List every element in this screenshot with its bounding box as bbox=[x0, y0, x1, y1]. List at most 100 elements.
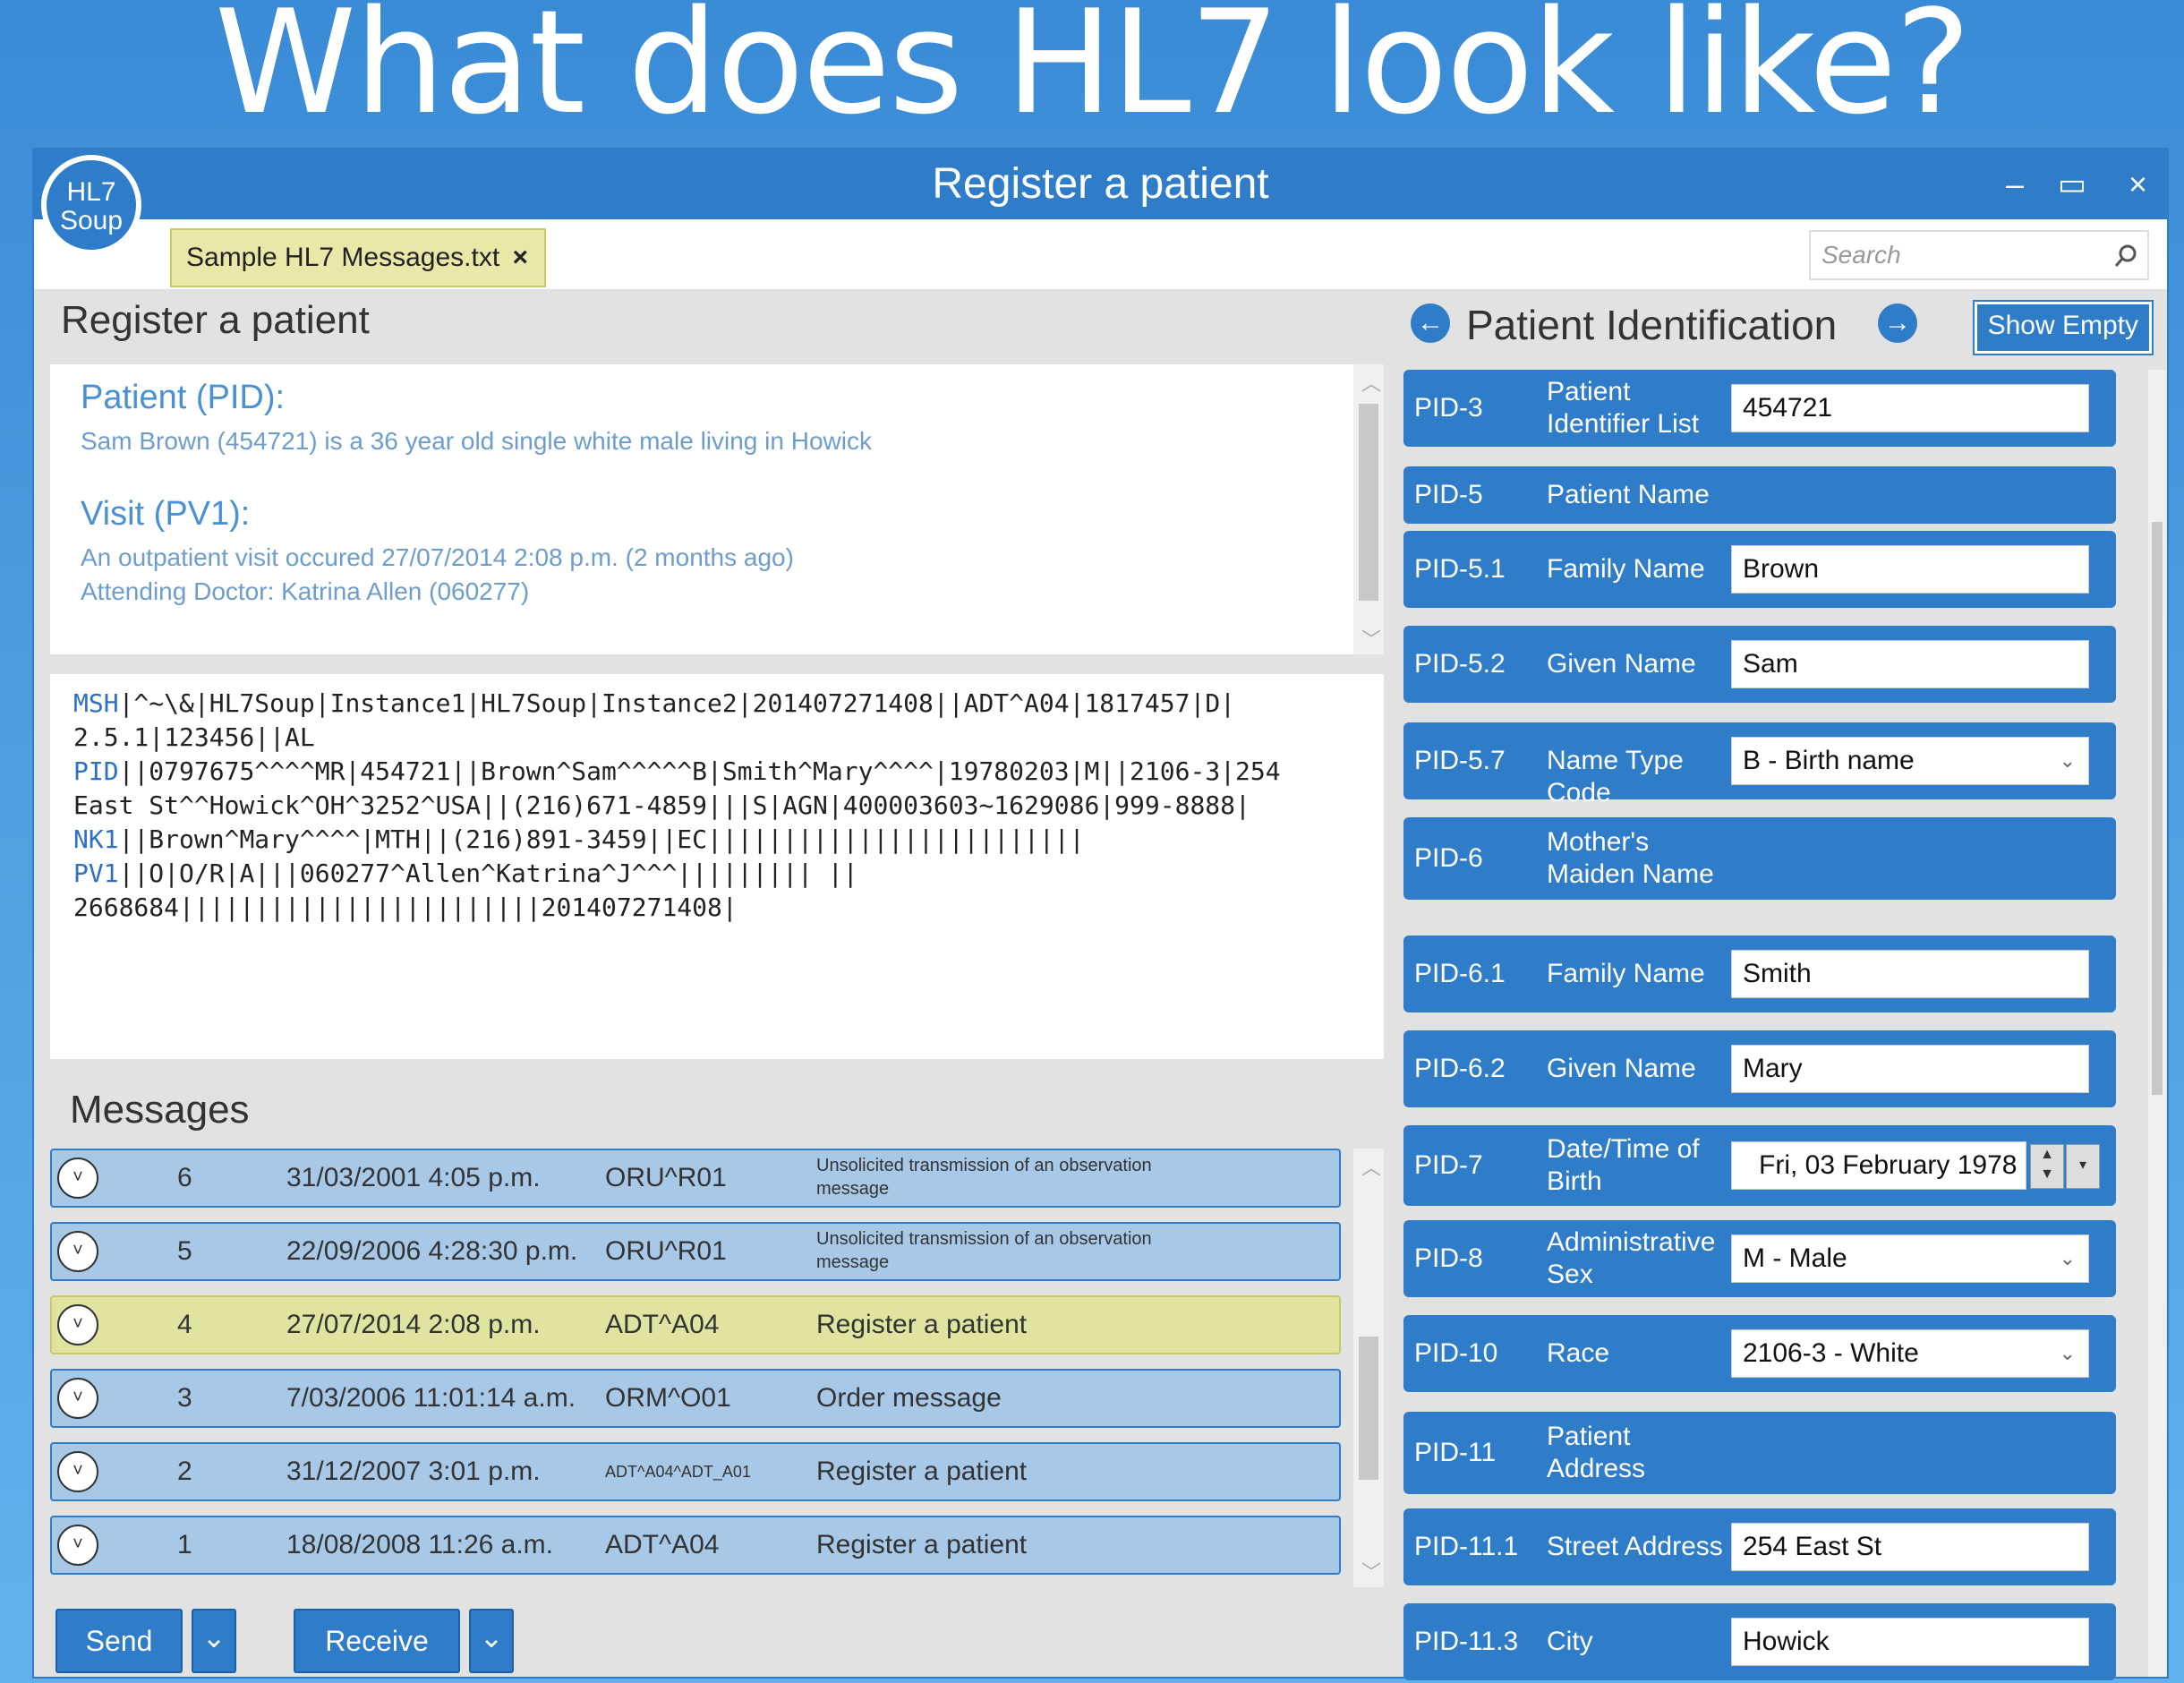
field-row: PID-6.1 Family Name Smith bbox=[1403, 935, 2116, 1012]
send-button[interactable]: Send bbox=[55, 1609, 183, 1673]
date-spinner[interactable]: ▲ ▼ bbox=[2030, 1144, 2064, 1189]
field-row: PID-5.7 Name Type Code B - Birth name ⌄ bbox=[1403, 722, 2116, 807]
message-row[interactable]: ˅ 5 22/09/2006 4:28:30 p.m. ORU^R01 Unsolici… bbox=[50, 1222, 1341, 1281]
dropdown-chevron-icon[interactable]: ⌄ bbox=[2060, 1235, 2076, 1282]
segment-id: PV1 bbox=[73, 859, 119, 888]
search-icon[interactable] bbox=[2113, 232, 2138, 278]
expand-icon[interactable]: ˅ bbox=[57, 1304, 98, 1346]
messages-scrollbar[interactable]: ︿ ﹀ bbox=[1353, 1149, 1384, 1587]
tab-close-icon[interactable]: × bbox=[512, 230, 528, 286]
scroll-down-icon[interactable]: ﹀ bbox=[1361, 1557, 1381, 1585]
message-row[interactable]: ˅ 1 18/08/2008 11:26 a.m. ADT^A04 Register a… bbox=[50, 1516, 1341, 1575]
message-date: 27/07/2014 2:08 p.m. bbox=[286, 1310, 541, 1339]
field-value-input[interactable]: Mary bbox=[1731, 1045, 2089, 1093]
field-row: PID-5 Patient Name bbox=[1403, 466, 2116, 524]
field-id: PID-5.7 bbox=[1414, 746, 1506, 775]
previous-segment-icon[interactable]: ← bbox=[1411, 303, 1450, 343]
fields-scrollbar[interactable] bbox=[2148, 370, 2166, 1677]
expand-icon[interactable]: ˅ bbox=[57, 1158, 98, 1199]
field-value-input[interactable]: Sam bbox=[1731, 640, 2089, 688]
field-value-input[interactable]: 2106-3 - White ⌄ bbox=[1731, 1329, 2089, 1378]
message-number: 2 bbox=[177, 1457, 192, 1486]
message-description: Register a patient bbox=[816, 1310, 1028, 1339]
field-name: Given Name bbox=[1547, 649, 1696, 679]
calendar-dropdown-icon[interactable]: ▾ bbox=[2066, 1144, 2100, 1189]
summary-scrollbar[interactable]: ︿ ﹀ bbox=[1353, 364, 1384, 654]
next-segment-icon[interactable]: → bbox=[1878, 303, 1917, 343]
field-id: PID-10 bbox=[1414, 1338, 1498, 1368]
segment-id: NK1 bbox=[73, 824, 119, 854]
field-id: PID-6.2 bbox=[1414, 1054, 1506, 1083]
message-type: ORU^R01 bbox=[605, 1236, 727, 1266]
field-row: PID-5.1 Family Name Brown bbox=[1403, 531, 2116, 608]
messages-scroll-thumb[interactable] bbox=[1359, 1337, 1378, 1480]
segment-fields-text: ||0797675^^^^MR|454721||Brown^Sam^^^^^B|… bbox=[118, 756, 1281, 786]
receive-dropdown-button[interactable]: ⌄ bbox=[469, 1609, 514, 1673]
field-value-input[interactable]: Fri, 03 February 1978 bbox=[1731, 1141, 2026, 1190]
dropdown-chevron-icon[interactable]: ⌄ bbox=[2060, 738, 2076, 784]
raw-message-line: 2668684||||||||||||||||||||||||201407271… bbox=[73, 891, 738, 925]
field-name: Race bbox=[1547, 1338, 1610, 1368]
field-name: Date/Time of Birth bbox=[1547, 1134, 1700, 1196]
field-value-input[interactable]: Howick bbox=[1731, 1618, 2089, 1666]
field-id: PID-5.2 bbox=[1414, 649, 1506, 679]
field-id: PID-7 bbox=[1414, 1150, 1483, 1180]
field-value-input[interactable]: Smith bbox=[1731, 950, 2089, 998]
search-input[interactable]: Search bbox=[1809, 230, 2149, 280]
scroll-up-icon[interactable]: ︿ bbox=[1361, 368, 1381, 397]
send-dropdown-button[interactable]: ⌄ bbox=[192, 1609, 236, 1673]
tab-strip: Sample HL7 Messages.txt × Search bbox=[34, 219, 2167, 289]
field-row: PID-8 Administrative Sex M - Male ⌄ bbox=[1403, 1220, 2116, 1297]
message-description: Register a patient bbox=[816, 1457, 1028, 1486]
show-empty-button[interactable]: Show Empty bbox=[1972, 300, 2154, 355]
attending-doctor-text: Attending Doctor: Katrina Allen (060277) bbox=[81, 577, 530, 605]
patient-heading: Patient (PID): bbox=[81, 379, 286, 416]
close-button[interactable]: × bbox=[2129, 162, 2147, 207]
fields-scroll-thumb[interactable] bbox=[2152, 522, 2163, 1095]
field-id: PID-5.1 bbox=[1414, 554, 1506, 584]
dropdown-chevron-icon[interactable]: ⌄ bbox=[2060, 1330, 2076, 1377]
expand-icon[interactable]: ˅ bbox=[57, 1451, 98, 1492]
message-row[interactable]: ˅ 6 31/03/2001 4:05 p.m. ORU^R01 Unsolicited… bbox=[50, 1149, 1341, 1208]
receive-button[interactable]: Receive bbox=[294, 1609, 460, 1673]
segment-title: Patient Identification bbox=[1466, 302, 1838, 348]
field-value-input[interactable]: B - Birth name ⌄ bbox=[1731, 737, 2089, 785]
window-title: Register a patient bbox=[932, 160, 1269, 208]
field-value-input[interactable]: Brown bbox=[1731, 545, 2089, 594]
segment-fields: PID-3 Patient Identifier List 454721 PID-5 P… bbox=[1403, 370, 2120, 1680]
message-row[interactable]: ˅ 3 7/03/2006 11:01:14 a.m. ORM^O01 Order me… bbox=[50, 1369, 1341, 1428]
segment-editor-pane: ← Patient Identification → Show Empty PI… bbox=[1395, 289, 2167, 1680]
message-row[interactable]: ˅ 4 27/07/2014 2:08 p.m. ADT^A04 Register a … bbox=[50, 1295, 1341, 1354]
message-number: 3 bbox=[177, 1383, 192, 1413]
maximize-button[interactable]: ▭ bbox=[2058, 162, 2086, 207]
field-id: PID-5 bbox=[1414, 480, 1483, 509]
field-id: PID-8 bbox=[1414, 1243, 1483, 1273]
logo-line-1: HL7 bbox=[66, 177, 116, 207]
field-value: 2106-3 - White bbox=[1743, 1338, 1919, 1368]
expand-icon[interactable]: ˅ bbox=[57, 1525, 98, 1566]
scroll-up-icon[interactable]: ︿ bbox=[1361, 1152, 1381, 1181]
visit-heading: Visit (PV1): bbox=[81, 495, 251, 533]
summary-scroll-thumb[interactable] bbox=[1359, 404, 1378, 601]
field-value-input[interactable]: 454721 bbox=[1731, 384, 2089, 432]
raw-hl7-message[interactable]: MSH|^~\&|HL7Soup|Instance1|HL7Soup|Insta… bbox=[50, 674, 1384, 1059]
field-name: City bbox=[1547, 1627, 1593, 1656]
field-value-input[interactable]: M - Male ⌄ bbox=[1731, 1234, 2089, 1283]
tab-sample-messages[interactable]: Sample HL7 Messages.txt × bbox=[170, 228, 546, 287]
segment-fields-text: ||O|O/R|A|||060277^Allen^Katrina^J^^^|||… bbox=[118, 859, 858, 888]
segment-fields-text: 2.5.1|123456||AL bbox=[73, 722, 315, 752]
expand-icon[interactable]: ˅ bbox=[57, 1378, 98, 1419]
expand-icon[interactable]: ˅ bbox=[57, 1231, 98, 1272]
field-value: Mary bbox=[1743, 1054, 1803, 1083]
message-description: Unsolicited transmission of an observati… bbox=[816, 1156, 1152, 1199]
field-row: PID-5.2 Given Name Sam bbox=[1403, 626, 2116, 703]
patient-summary-text: Sam Brown (454721) is a 36 year old sing… bbox=[81, 427, 872, 455]
field-value-input[interactable]: 254 East St bbox=[1731, 1523, 2089, 1571]
message-summary: Patient (PID): Sam Brown (454721) is a 3… bbox=[50, 364, 1384, 654]
message-description: Order message bbox=[816, 1383, 1002, 1413]
message-type: ORU^R01 bbox=[605, 1163, 727, 1192]
field-value: 254 East St bbox=[1743, 1532, 1882, 1561]
message-row[interactable]: ˅ 2 31/12/2007 3:01 p.m. ADT^A04^ADT_A01 Reg… bbox=[50, 1442, 1341, 1501]
scroll-down-icon[interactable]: ﹀ bbox=[1361, 624, 1381, 653]
minimize-button[interactable]: – bbox=[2006, 162, 2024, 207]
